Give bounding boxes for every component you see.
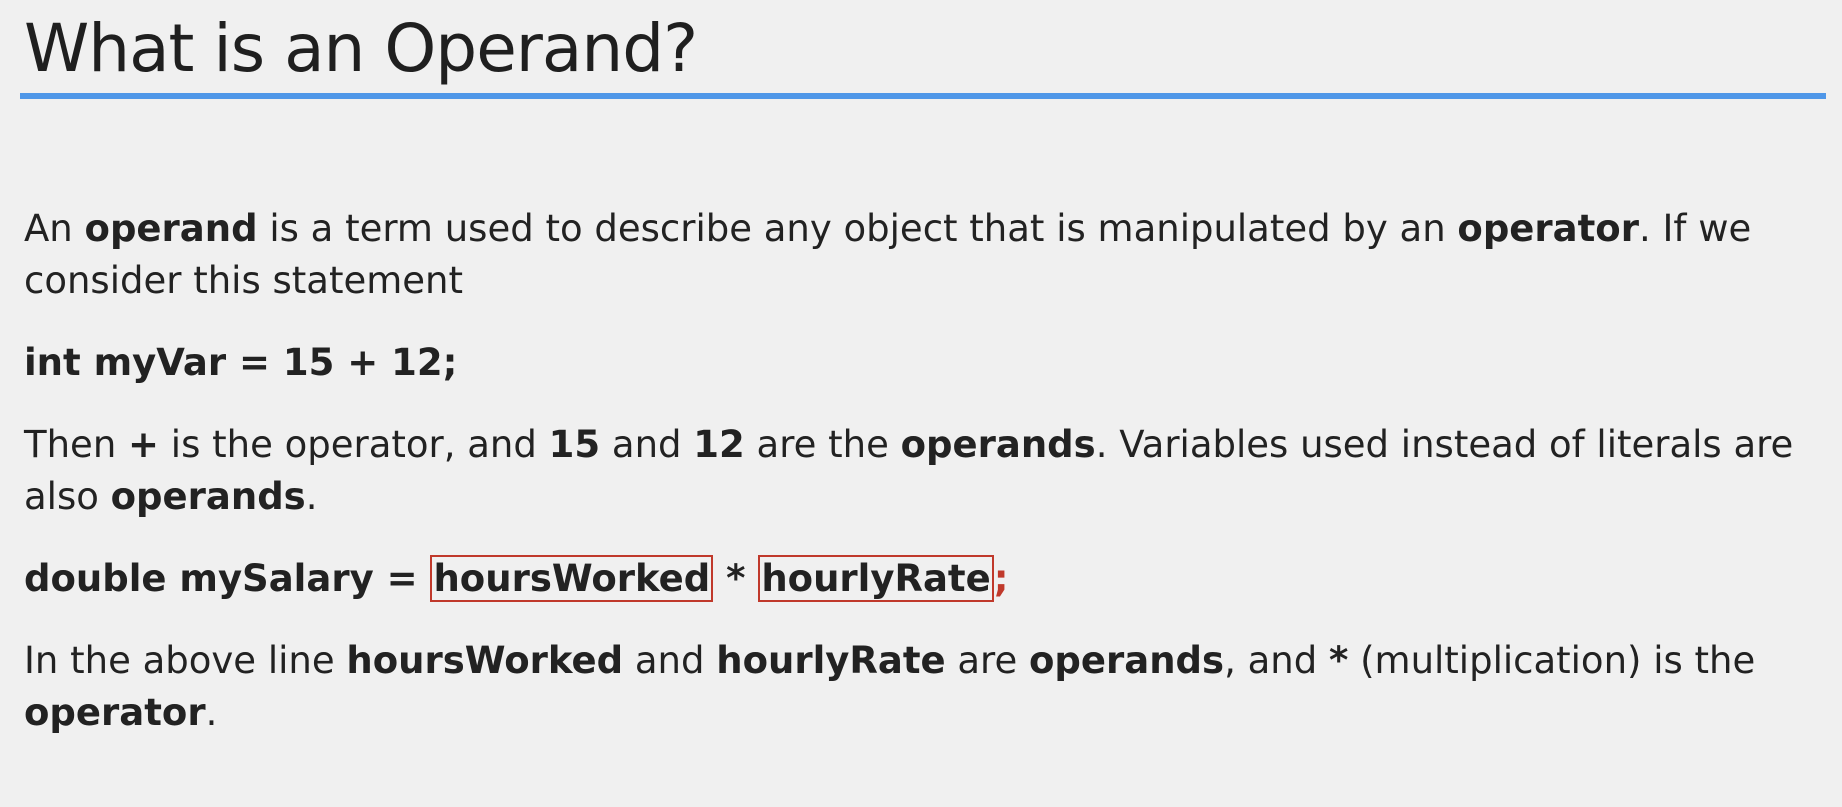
text-segment: In the above line <box>24 639 347 682</box>
text-segment: , and <box>1224 639 1329 682</box>
slide-body: An operand is a term used to describe an… <box>24 203 1824 739</box>
bold-literal-12: 12 <box>693 423 745 466</box>
bold-hourlyrate: hourlyRate <box>716 639 946 682</box>
bold-term-operator: operator <box>24 691 206 734</box>
text-segment: . <box>305 475 318 518</box>
bold-term-operands: operands <box>1028 639 1225 682</box>
text-segment: and <box>600 423 694 466</box>
highlighted-operand-hourlyrate: hourlyRate <box>758 555 994 602</box>
text-segment: are <box>945 639 1029 682</box>
bold-term-operands: operands <box>110 475 306 518</box>
slide-title: What is an Operand? <box>24 10 698 87</box>
text-segment: . <box>205 691 218 734</box>
text-segment: An <box>24 207 85 250</box>
code-semicolon: ; <box>993 557 1009 600</box>
text-segment: are the <box>744 423 901 466</box>
highlighted-operand-hoursworked: hoursWorked <box>430 555 714 602</box>
text-segment: Then <box>24 423 129 466</box>
text-segment: is the operator, and <box>159 423 549 466</box>
code-example-myvar: int myVar = 15 + 12; <box>24 341 458 384</box>
operand-definition-paragraph: An operand is a term used to describe an… <box>24 203 1824 307</box>
bold-asterisk-symbol: * <box>1328 639 1349 682</box>
operator-explanation-paragraph: Then + is the operator, and 15 and 12 ar… <box>24 419 1824 523</box>
bold-term-operator: operator <box>1457 207 1639 250</box>
bold-plus-symbol: + <box>128 423 160 466</box>
text-segment: (multiplication) is the <box>1348 639 1756 682</box>
bold-literal-15: 15 <box>548 423 601 466</box>
code-prefix: double mySalary = <box>24 557 431 600</box>
bold-term-operands: operands <box>900 423 1096 466</box>
text-segment: and <box>623 639 717 682</box>
code-operator: * <box>713 557 759 600</box>
code-example-mysalary: double mySalary = hoursWorked * hourlyRa… <box>24 553 1824 605</box>
bold-hoursworked: hoursWorked <box>346 639 624 682</box>
title-underline <box>20 93 1826 99</box>
text-segment: is a term used to describe any object th… <box>257 207 1458 250</box>
summary-paragraph: In the above line hoursWorked and hourly… <box>24 635 1824 739</box>
bold-term-operand: operand <box>84 207 258 250</box>
